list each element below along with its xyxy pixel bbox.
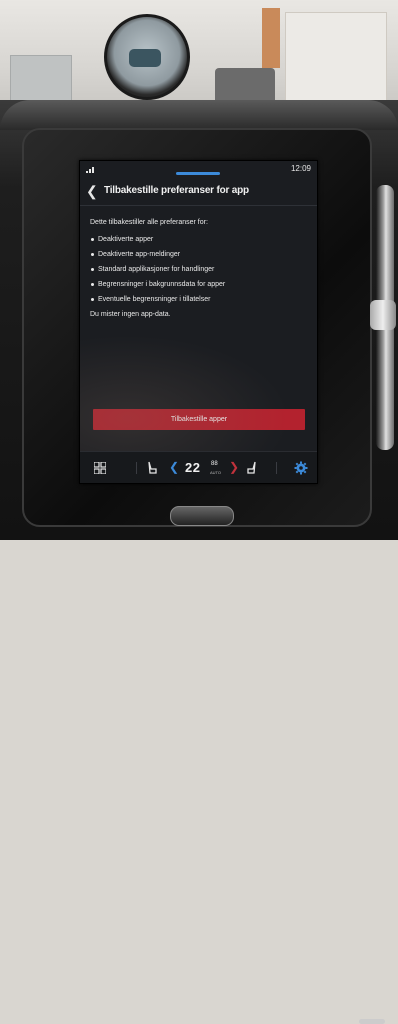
- bar-divider: [276, 462, 277, 474]
- temperature-display[interactable]: 22 88 AUTO: [183, 458, 223, 478]
- air-vent-knob[interactable]: [370, 300, 396, 330]
- climate-bar: ❮ 22 88 AUTO ❯: [80, 451, 317, 483]
- background-panel: [10, 55, 72, 102]
- background-equipment: [215, 68, 275, 104]
- convex-mirror: [104, 14, 190, 100]
- reset-apps-button[interactable]: Tilbakestille apper: [93, 409, 305, 430]
- page-header: ❮ Tilbakestille preferanser for app: [80, 179, 317, 206]
- background-pillar: [262, 8, 280, 68]
- mirror-car-reflection: [129, 49, 161, 67]
- seat-heat-right-icon[interactable]: [246, 461, 258, 475]
- temperature-decimal: 88: [211, 461, 218, 467]
- list-item: Begrensninger i bakgrunnsdata for apper: [90, 277, 310, 292]
- seat-heat-left-icon[interactable]: [146, 461, 158, 475]
- background-box: [285, 12, 387, 104]
- list-item: Eventuelle begrensninger i tillatelser: [90, 292, 310, 307]
- temp-up-chevron-icon[interactable]: ❯: [229, 460, 239, 474]
- infotainment-screen: 12:09 ❮ Tilbakestille preferanser for ap…: [79, 160, 318, 484]
- reset-description: Dette tilbakestiller alle preferanser fo…: [90, 215, 310, 322]
- home-button[interactable]: [170, 506, 385, 1024]
- climate-mode: AUTO: [210, 470, 222, 475]
- clock: 12:09: [290, 164, 311, 173]
- top-view-drag-handle[interactable]: [176, 172, 220, 175]
- home-button-indicator: [359, 1019, 385, 1024]
- reset-items-list: Deaktiverte apper Deaktiverte app-meldin…: [90, 232, 310, 307]
- footer-note: Du mister ingen app-data.: [90, 311, 171, 318]
- list-item: Standard applikasjoner for handlinger: [90, 262, 310, 277]
- temperature-value: 22: [185, 460, 201, 475]
- bar-divider: [136, 462, 137, 474]
- temp-down-chevron-icon[interactable]: ❮: [169, 460, 179, 474]
- page-title: Tilbakestille preferanser for app: [104, 185, 249, 196]
- intro-text: Dette tilbakestiller alle preferanser fo…: [90, 219, 208, 226]
- signal-icon: [86, 167, 94, 173]
- list-item: Deaktiverte app-meldinger: [90, 247, 310, 262]
- dashboard-top: [0, 100, 398, 130]
- apps-grid-icon[interactable]: [94, 462, 106, 474]
- status-bar: 12:09: [80, 161, 317, 177]
- list-item: Deaktiverte apper: [90, 232, 310, 247]
- gear-icon[interactable]: [294, 461, 308, 475]
- back-chevron-icon[interactable]: ❮: [86, 183, 100, 199]
